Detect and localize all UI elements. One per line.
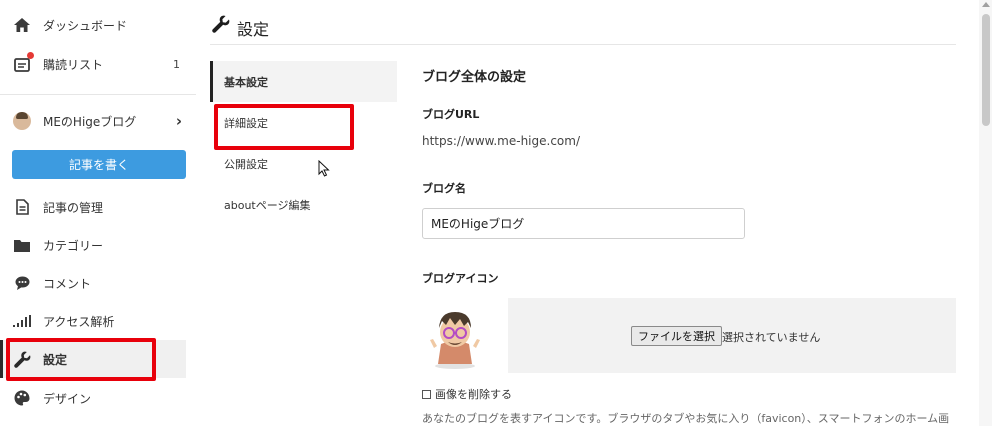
delete-image-row: 画像を削除する <box>422 386 512 402</box>
folder-icon <box>12 235 32 255</box>
blog-icon-description: あなたのブログを表すアイコンです。ブラウザのタブやお気に入り（favicon）、… <box>422 412 950 425</box>
sidebar: ダッシュボード 購読リスト 1 MEのHigeブログ › 記事を書く 記事の管理 <box>0 0 196 426</box>
palette-icon <box>12 388 32 408</box>
tab-about-page-edit[interactable]: aboutページ編集 <box>210 184 397 225</box>
page-title: 設定 <box>237 20 270 39</box>
wrench-icon <box>212 15 230 37</box>
sidebar-item-analytics[interactable]: アクセス解析 <box>0 302 196 340</box>
wrench-icon <box>12 349 32 369</box>
tab-publish-settings[interactable]: 公開設定 <box>210 143 397 184</box>
blog-url-value: https://www.me-hige.com/ <box>422 134 580 148</box>
sidebar-item-categories[interactable]: カテゴリー <box>0 226 196 264</box>
scroll-up-arrow-icon[interactable] <box>982 2 990 7</box>
page-scrollbar[interactable] <box>979 0 992 426</box>
blog-url-label: ブログURL <box>422 108 480 121</box>
blog-name-input[interactable] <box>422 208 745 239</box>
sidebar-item-label: 設定 <box>43 352 68 367</box>
reading-list-icon <box>12 52 34 74</box>
settings-subnav: 基本設定 詳細設定 公開設定 aboutページ編集 <box>210 61 397 225</box>
sidebar-item-label: ダッシュボード <box>43 18 128 33</box>
blog-icon-label: ブログアイコン <box>422 272 499 285</box>
sidebar-item-blog[interactable]: MEのHigeブログ › <box>0 102 196 140</box>
sidebar-item-reading-list[interactable]: 購読リスト 1 <box>0 45 196 83</box>
document-icon <box>12 197 32 217</box>
tab-basic-settings[interactable]: 基本設定 <box>210 61 397 102</box>
write-article-button[interactable]: 記事を書く <box>12 150 186 179</box>
app-window: ダッシュボード 購読リスト 1 MEのHigeブログ › 記事を書く 記事の管理 <box>0 0 992 426</box>
sidebar-item-comments[interactable]: コメント <box>0 264 196 302</box>
comment-icon <box>12 273 32 293</box>
delete-image-label: 画像を削除する <box>435 388 512 401</box>
chevron-right-icon: › <box>175 112 182 130</box>
sidebar-item-label: コメント <box>43 276 92 291</box>
sidebar-item-label: 購読リスト <box>43 57 104 72</box>
notification-dot <box>27 52 34 59</box>
sidebar-item-label: デザイン <box>43 391 92 406</box>
delete-image-checkbox[interactable] <box>422 389 431 399</box>
mouse-pointer-icon <box>318 159 330 181</box>
blog-name-label: ブログ名 <box>422 182 466 195</box>
sidebar-item-articles[interactable]: 記事の管理 <box>0 188 196 226</box>
tab-advanced-settings[interactable]: 詳細設定 <box>210 102 397 143</box>
choose-file-button[interactable]: ファイルを選択 <box>631 326 722 346</box>
sidebar-item-label: カテゴリー <box>43 238 104 253</box>
sidebar-item-dashboard[interactable]: ダッシュボード <box>0 6 196 44</box>
sidebar-item-label: MEのHigeブログ <box>43 114 137 129</box>
sidebar-item-design[interactable]: デザイン <box>0 379 196 417</box>
page-header: 設定 <box>210 0 956 45</box>
sidebar-item-label: アクセス解析 <box>43 314 115 329</box>
sidebar-item-settings[interactable]: 設定 <box>0 340 186 378</box>
blog-avatar-icon <box>12 111 32 131</box>
sidebar-divider <box>0 94 196 95</box>
file-upload-area[interactable]: ファイルを選択 選択されていません <box>508 298 956 373</box>
sidebar-item-label: 記事の管理 <box>43 200 104 215</box>
bar-chart-icon <box>12 311 32 331</box>
home-icon <box>12 15 32 35</box>
blog-icon-image <box>424 304 486 370</box>
scroll-thumb[interactable] <box>982 14 990 126</box>
unread-count: 1 <box>173 57 180 71</box>
file-status-text: 選択されていません <box>722 331 821 344</box>
section-title: ブログ全体の設定 <box>422 70 527 85</box>
